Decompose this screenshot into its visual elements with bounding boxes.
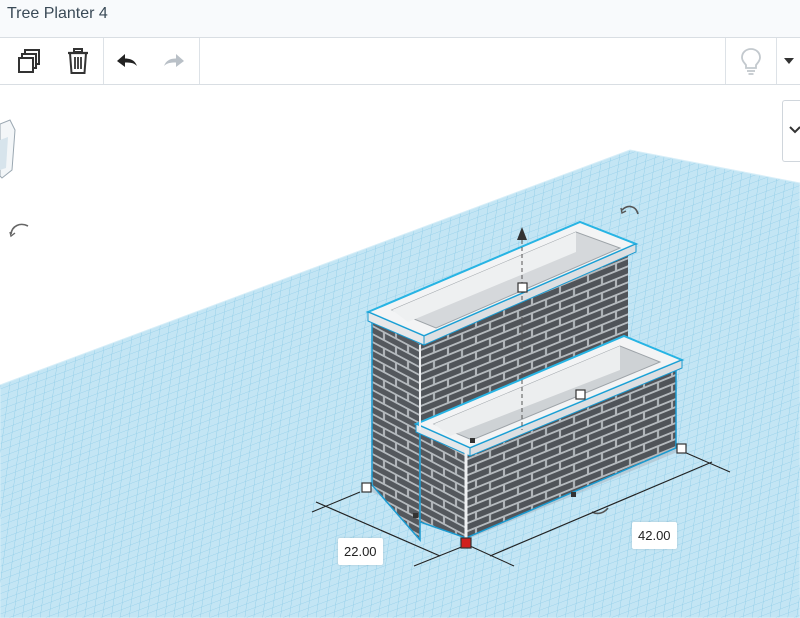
notes-button[interactable]: [731, 38, 771, 84]
resize-handle[interactable]: [676, 443, 687, 454]
width-dimension-label[interactable]: 22.00: [338, 538, 383, 565]
origin-handle[interactable]: [460, 537, 472, 549]
dropdown-button[interactable]: [778, 38, 800, 84]
redo-icon: [164, 54, 184, 67]
toolbar: [0, 38, 800, 85]
toolbar-divider: [199, 38, 200, 84]
trash-icon: [68, 48, 88, 74]
resize-handle[interactable]: [575, 389, 586, 400]
scene-3d[interactable]: [0, 85, 800, 618]
orbit-left-icon[interactable]: [10, 223, 29, 235]
copy-button[interactable]: [10, 38, 50, 84]
edge-handle[interactable]: [470, 438, 475, 443]
toolbar-divider: [725, 38, 726, 84]
redo-button[interactable]: [154, 38, 194, 84]
delete-button[interactable]: [58, 38, 98, 84]
document-title[interactable]: Tree Planter 4: [7, 5, 108, 23]
toolbar-divider: [776, 38, 777, 84]
edge-handle[interactable]: [571, 492, 576, 497]
workplane-viewport[interactable]: 22.00 42.00: [0, 85, 800, 618]
copy-icon: [18, 49, 40, 73]
length-dimension-label[interactable]: 42.00: [632, 522, 677, 549]
view-cube[interactable]: [0, 119, 16, 179]
side-panel-toggle[interactable]: [782, 100, 800, 162]
dropdown-arrow-icon: [784, 58, 794, 64]
undo-button[interactable]: [107, 38, 147, 84]
undo-icon: [117, 54, 137, 67]
edge-handle[interactable]: [413, 513, 418, 518]
chevron-down-icon: [789, 126, 800, 134]
title-bar: Tree Planter 4: [0, 0, 800, 38]
toolbar-divider: [103, 38, 104, 84]
lightbulb-icon: [741, 48, 761, 75]
resize-handle[interactable]: [517, 282, 528, 293]
resize-handle[interactable]: [361, 482, 372, 493]
